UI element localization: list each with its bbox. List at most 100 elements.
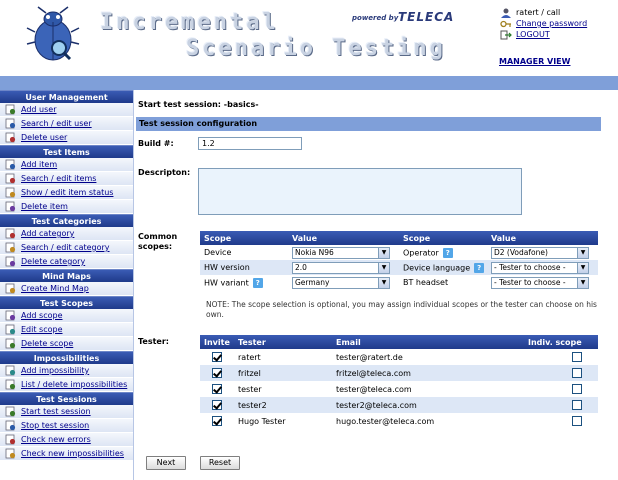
sidebar-item-label[interactable]: Add scope [21,311,63,320]
change-password-link[interactable]: Change password [516,18,587,29]
build-input[interactable]: 1.2 [198,137,302,150]
main-content: Start test session: -basics- Test sessio… [136,90,618,480]
sidebar-item-add-scope[interactable]: Add scope [0,309,133,323]
page-title: Start test session: -basics- [138,100,259,109]
sidebar-item-add-item[interactable]: Add item [0,158,133,172]
chevron-down-icon[interactable]: ▼ [378,262,389,273]
indiv-scope-checkbox[interactable] [572,400,582,410]
indiv-scope-checkbox[interactable] [572,368,582,378]
indiv-scope-checkbox[interactable] [572,416,582,426]
sidebar-item-list-delete-impossibilities[interactable]: List / delete impossibilities [0,378,133,392]
invite-cell [200,397,234,413]
sidebar-item-add-user[interactable]: Add user [0,103,133,117]
chevron-down-icon[interactable]: ▼ [378,277,389,288]
sidebar-item-search-edit-category[interactable]: Search / edit category [0,241,133,255]
user-box: ratert / call Change password LOGOUT [500,7,587,40]
chevron-down-icon[interactable]: ▼ [577,247,588,258]
edit-user-icon [5,118,16,129]
scope-value-select[interactable]: Nokia N96 ▼ [292,246,390,259]
sidebar-section-test-scopes: Test Scopes [0,296,133,309]
sidebar-item-label[interactable]: List / delete impossibilities [21,380,127,389]
warning-icon [5,379,16,390]
chevron-down-icon[interactable]: ▼ [577,277,588,288]
sidebar-item-show-edit-item-status[interactable]: Show / edit item status [0,186,133,200]
sidebar-item-search-edit-items[interactable]: Search / edit items [0,172,133,186]
manager-view-link[interactable]: MANAGER VIEW [499,57,570,66]
indiv-scope-cell [524,365,598,381]
table-row: ratert tester@ratert.de [200,349,598,365]
sidebar-item-delete-user[interactable]: Delete user [0,131,133,145]
help-icon[interactable]: ? [252,277,263,288]
invite-checkbox[interactable] [212,384,222,394]
tester-email: tester@teleca.com [336,384,412,394]
scope-name: BT headset [399,275,487,290]
invite-cell [200,413,234,429]
scope-name: Operator? [399,245,487,260]
invite-checkbox[interactable] [212,352,222,362]
sidebar-item-label[interactable]: Search / edit items [21,174,96,183]
add-scope-icon [5,310,16,321]
chevron-down-icon[interactable]: ▼ [577,262,588,273]
sidebar-item-delete-scope[interactable]: Delete scope [0,337,133,351]
indiv-scope-checkbox[interactable] [572,352,582,362]
sidebar-item-label[interactable]: Add category [21,229,74,238]
sidebar-item-start-test-session[interactable]: Start test session [0,405,133,419]
scope-row: HW variant? Germany ▼ BT headset - Tester to… [200,275,598,290]
sidebar-item-create-mind-map[interactable]: Create Mind Map [0,282,133,296]
sidebar-item-add-category[interactable]: Add category [0,227,133,241]
sidebar-item-label[interactable]: Add user [21,105,56,114]
sidebar-item-delete-item[interactable]: Delete item [0,200,133,214]
sidebar-item-label[interactable]: Stop test session [21,421,89,430]
sidebar-item-label[interactable]: Check new impossibilities [21,449,124,458]
scope-name-text: BT headset [403,278,449,287]
app-title-line1: Incremental [100,10,279,35]
invite-checkbox[interactable] [212,400,222,410]
scope-value-cell: 2.0 ▼ [288,260,399,275]
sidebar-item-label[interactable]: Add impossibility [21,366,89,375]
scope-value-select[interactable]: - Tester to choose - ▼ [491,261,589,274]
chevron-down-icon[interactable]: ▼ [378,247,389,258]
sidebar-item-search-edit-user[interactable]: Search / edit user [0,117,133,131]
scope-value-cell: - Tester to choose - ▼ [487,260,598,275]
delete-scope-icon [5,338,16,349]
brand-logo: TELECA [398,10,455,24]
sidebar-item-label[interactable]: Edit scope [21,325,63,334]
logout-link[interactable]: LOGOUT [516,29,550,40]
next-button[interactable]: Next [146,456,186,470]
description-textarea[interactable] [198,168,522,215]
invite-checkbox[interactable] [212,416,222,426]
sidebar-item-label[interactable]: Search / edit user [21,119,92,128]
scope-value-select[interactable]: D2 (Vodafone) ▼ [491,246,589,259]
scope-value-select[interactable]: 2.0 ▼ [292,261,390,274]
indiv-scope-header: Indiv. scope [524,335,598,349]
edit-scope-icon [5,324,16,335]
scopes-table: Scope Value Scope Value Device Nokia N96 ▼… [200,231,598,290]
sidebar-item-check-new-errors[interactable]: Check new errors [0,433,133,447]
sidebar-item-label[interactable]: Search / edit category [21,243,110,252]
sidebar-item-add-impossibility[interactable]: Add impossibility [0,364,133,378]
invite-checkbox[interactable] [212,368,222,378]
sidebar-section-test-sessions: Test Sessions [0,392,133,405]
sidebar-item-edit-scope[interactable]: Edit scope [0,323,133,337]
help-icon[interactable]: ? [474,262,485,273]
sidebar-item-stop-test-session[interactable]: Stop test session [0,419,133,433]
sidebar-item-check-new-impossibilities[interactable]: Check new impossibilities [0,447,133,461]
sidebar-item-label[interactable]: Delete scope [21,339,73,348]
email-header: Email [332,335,524,349]
sidebar-item-label[interactable]: Add item [21,160,57,169]
sidebar-item-label[interactable]: Delete item [21,202,68,211]
sidebar-item-label[interactable]: Check new errors [21,435,91,444]
help-icon[interactable]: ? [442,247,453,258]
sidebar-item-label[interactable]: Start test session [21,407,91,416]
scope-value-select[interactable]: - Tester to choose - ▼ [491,276,589,289]
sidebar-item-delete-category[interactable]: Delete category [0,255,133,269]
sidebar-item-label[interactable]: Create Mind Map [21,284,89,293]
scope-value-select[interactable]: Germany ▼ [292,276,390,289]
sidebar-item-label[interactable]: Delete category [21,257,85,266]
sidebar-item-label[interactable]: Delete user [21,133,67,142]
sidebar-item-label[interactable]: Show / edit item status [21,188,113,197]
invite-cell [200,365,234,381]
reset-button[interactable]: Reset [200,456,240,470]
indiv-scope-checkbox[interactable] [572,384,582,394]
user-icon [501,8,511,18]
